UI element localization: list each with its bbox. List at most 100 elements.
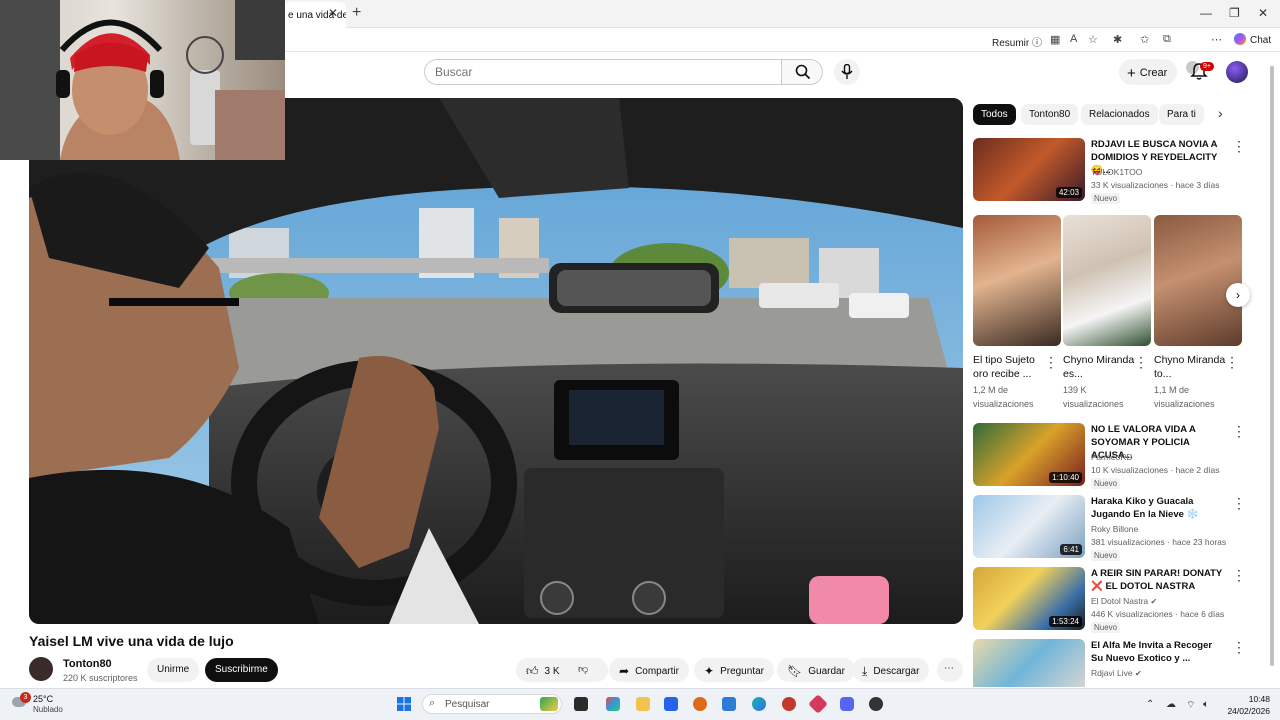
edge-icon[interactable]	[752, 697, 766, 711]
clock-time[interactable]: 10:48	[1240, 694, 1270, 704]
discord-icon[interactable]	[840, 697, 854, 711]
chevron-right-icon[interactable]: ›	[1218, 105, 1223, 121]
app-icon[interactable]	[782, 697, 796, 711]
chip-para-ti[interactable]: Para ti	[1159, 104, 1204, 125]
subscribe-button[interactable]: Suscribirme	[205, 658, 278, 682]
sparkle-icon: ✦	[704, 664, 715, 678]
more-vertical-icon[interactable]: ⋮	[1225, 355, 1239, 369]
resumir-button[interactable]: Resumir ⓘ	[992, 34, 1042, 49]
copilot-chat-button[interactable]: Chat	[1234, 33, 1271, 46]
account-avatar[interactable]	[1226, 61, 1248, 83]
webcam-overlay	[0, 0, 285, 160]
search-highlight-icon	[540, 697, 558, 711]
rec-channel-name: Rdjavi Live	[1091, 668, 1133, 678]
share-button[interactable]: ➦ Compartir	[609, 658, 689, 682]
chip-relacionados[interactable]: Relacionados	[1081, 104, 1158, 125]
more-vertical-icon[interactable]: ⋮	[1044, 355, 1058, 369]
firefox-icon[interactable]	[693, 697, 707, 711]
read-aloud-icon[interactable]: A	[1070, 33, 1077, 45]
close-window-icon[interactable]: ✕	[1258, 6, 1268, 20]
rec-channel[interactable]: Roky Billone	[1091, 524, 1138, 534]
rec-thumbnail[interactable]: 1:10:40	[973, 423, 1085, 486]
rec-stats: 446 K visualizaciones · hace 6 días	[1091, 609, 1225, 619]
extensions-icon[interactable]: ✱	[1113, 33, 1122, 46]
task-view-icon[interactable]	[574, 697, 588, 711]
short-title[interactable]: Chyno Miranda es...	[1063, 353, 1138, 381]
file-explorer-icon[interactable]	[636, 697, 650, 711]
rec-thumbnail[interactable]	[973, 639, 1085, 687]
wifi-icon[interactable]: ⌔	[1186, 699, 1195, 712]
more-vertical-icon[interactable]: ⋮	[1232, 424, 1246, 438]
search-input[interactable]	[424, 59, 782, 85]
create-button[interactable]: + Crear	[1119, 59, 1177, 85]
rec-channel[interactable]: Rdjavi Live ✔	[1091, 668, 1142, 678]
rec-title[interactable]: A REIR SIN PARAR! DONATY ❌ EL DOTOL NAST…	[1091, 567, 1226, 593]
widgets-app-icon[interactable]	[606, 697, 620, 711]
more-actions-button[interactable]: ⋯	[937, 658, 963, 682]
store-icon[interactable]	[664, 697, 678, 711]
short-thumbnail[interactable]	[1154, 215, 1242, 346]
rec-thumbnail[interactable]: 1:53:24	[973, 567, 1085, 630]
video-title: Yaisel LM vive una vida de lujo	[29, 633, 234, 649]
short-thumbnail[interactable]	[973, 215, 1061, 346]
channel-avatar[interactable]	[29, 657, 53, 681]
like-count: 3 K	[544, 666, 560, 677]
close-tab-icon[interactable]: ✕	[328, 6, 338, 20]
obs-icon[interactable]	[869, 697, 883, 711]
weather-description[interactable]: Nublado	[33, 705, 63, 714]
onedrive-icon[interactable]: ☁	[1166, 699, 1176, 710]
short-title[interactable]: Chyno Miranda to...	[1154, 353, 1229, 381]
favorite-icon[interactable]: ☆	[1088, 33, 1098, 46]
rec-thumbnail[interactable]: 6:41	[973, 495, 1085, 558]
outlook-icon[interactable]	[722, 697, 736, 711]
clock-date[interactable]: 24/02/2026	[1222, 706, 1270, 716]
rec-thumbnail[interactable]: 42:03	[973, 138, 1085, 201]
more-menu-icon[interactable]: ⋯	[1211, 33, 1222, 46]
scrollbar-thumb[interactable]	[1270, 66, 1274, 666]
more-vertical-icon[interactable]: ⋮	[1232, 568, 1246, 582]
minimize-icon[interactable]: —	[1200, 6, 1212, 20]
notifications-badge: 9+	[1200, 62, 1214, 71]
weather-temperature[interactable]: 25°C	[33, 694, 53, 704]
more-vertical-icon[interactable]: ⋮	[1232, 640, 1246, 654]
short-stats: 1,1 M de visualizaciones	[1154, 385, 1215, 409]
join-button[interactable]: Unirme	[147, 658, 200, 682]
video-player[interactable]	[29, 98, 963, 624]
save-button[interactable]: 🔖︎ Guardar	[777, 658, 855, 682]
more-vertical-icon[interactable]: ⋮	[1232, 139, 1246, 153]
like-button[interactable]: 👍︎ 3 K	[526, 664, 560, 678]
short-thumbnail[interactable]	[1063, 215, 1151, 346]
duration-badge: 6:41	[1060, 544, 1082, 555]
download-button[interactable]: ⤓ Descargar	[852, 658, 930, 682]
chevron-up-icon[interactable]: ⌃	[1146, 699, 1154, 710]
collections-icon[interactable]: ⧉	[1163, 33, 1171, 46]
favorites-bar-icon[interactable]: ✩	[1140, 33, 1149, 46]
thumbs-down-icon[interactable]: 👎︎	[578, 663, 588, 675]
voice-search-button[interactable]	[834, 59, 860, 85]
volume-icon[interactable]: 🔈︎	[1203, 699, 1209, 710]
rec-channel[interactable]: El Dotol Nastra ✔	[1091, 596, 1157, 606]
shorts-next-button[interactable]: ›	[1226, 283, 1250, 307]
rec-channel[interactable]: FarmeoRD	[1091, 452, 1133, 462]
reader-icon[interactable]: ▦	[1050, 33, 1060, 46]
chip-tonton80[interactable]: Tonton80	[1021, 104, 1079, 125]
channel-name[interactable]: Tonton80	[63, 658, 112, 670]
maximize-icon[interactable]: ❐	[1229, 6, 1240, 20]
windows-start-icon[interactable]	[397, 697, 411, 711]
more-vertical-icon[interactable]: ⋮	[1134, 355, 1148, 369]
search-button[interactable]	[781, 59, 823, 85]
more-vertical-icon[interactable]: ⋮	[1232, 496, 1246, 510]
rec-title[interactable]: El Alfa Me Invita a Recoger Su Nuevo Exo…	[1091, 639, 1226, 665]
chip-todos[interactable]: Todos	[973, 104, 1016, 125]
bookmark-icon: 🔖︎	[787, 664, 803, 678]
new-badge: Nuevo	[1091, 622, 1121, 633]
microphone-icon	[841, 64, 853, 79]
ask-button[interactable]: ✦ Preguntar	[694, 658, 774, 682]
new-badge: Nuevo	[1091, 193, 1121, 204]
short-title[interactable]: El tipo Sujeto oro recibe ...	[973, 353, 1048, 381]
rec-title[interactable]: Haraka Kiko y Guacala Jugando En la Niev…	[1091, 495, 1226, 521]
rec-channel[interactable]: TULOK1TOO	[1091, 167, 1142, 177]
download-icon: ⤓	[862, 664, 868, 678]
new-tab-icon[interactable]: +	[352, 4, 361, 22]
copilot-icon	[1234, 33, 1246, 45]
